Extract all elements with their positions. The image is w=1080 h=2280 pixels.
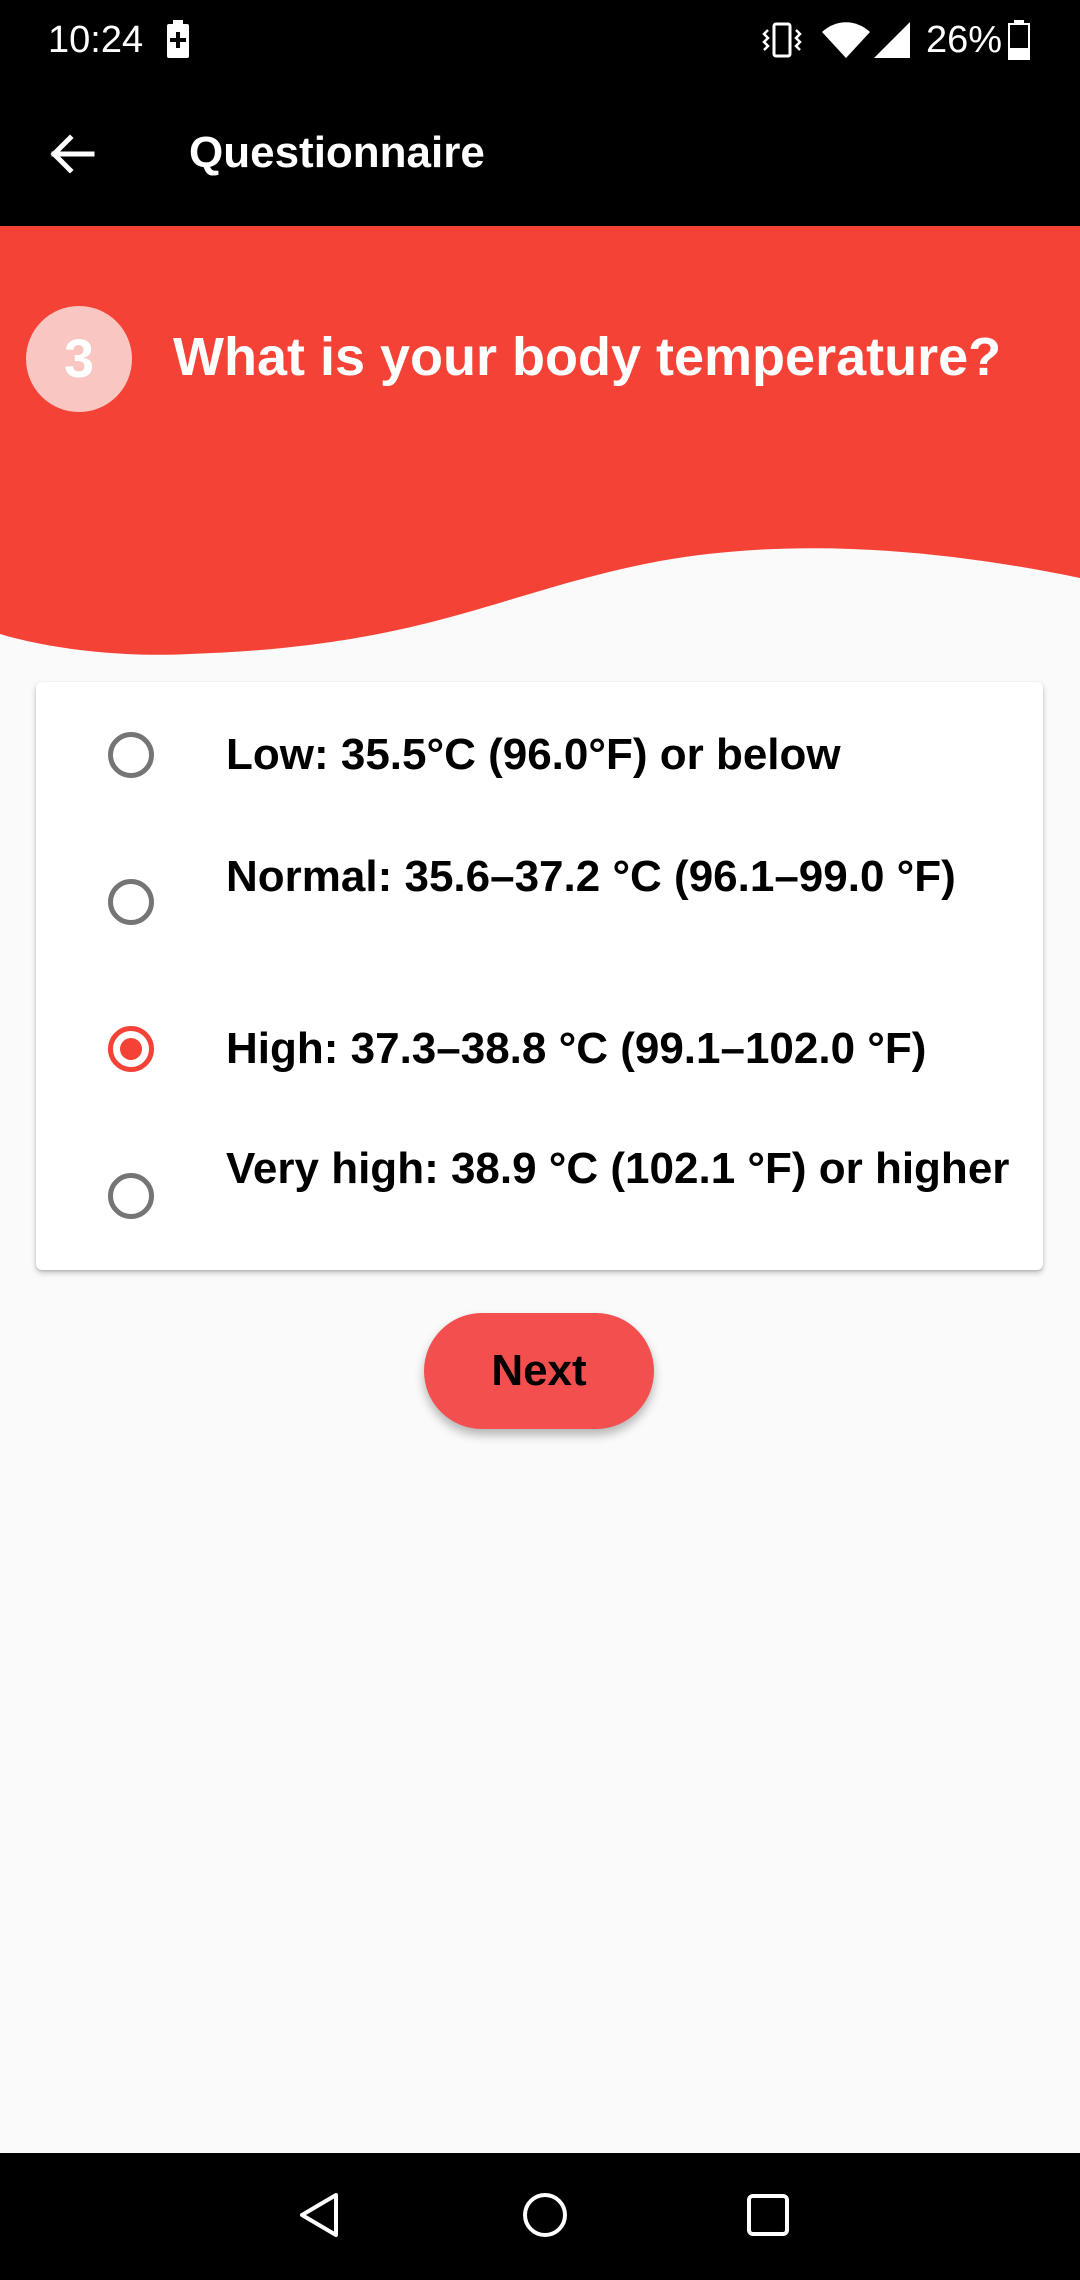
nav-recents-icon[interactable]	[740, 2187, 796, 2248]
option-label: Very high: 38.9 °C (102.1 °F) or higher	[226, 1144, 1010, 1193]
page-title: Questionnaire	[189, 128, 485, 177]
nav-home-icon[interactable]	[517, 2187, 573, 2248]
arrow-left-icon	[50, 134, 95, 174]
signal-icon	[874, 22, 910, 63]
battery-icon	[1008, 20, 1030, 65]
options-card: Low: 35.5°C (96.0°F) or below Normal: 35…	[36, 682, 1043, 1270]
option-high[interactable]: High: 37.3–38.8 °C (99.1–102.0 °F)	[36, 976, 1043, 1122]
question-header: 3 What is your body temperature?	[0, 226, 1080, 656]
nav-back-icon[interactable]	[292, 2187, 348, 2248]
radio-button[interactable]	[108, 1173, 154, 1219]
radio-button-selected[interactable]	[108, 1026, 154, 1072]
wifi-icon	[822, 22, 870, 63]
status-time: 10:24	[48, 19, 144, 61]
app-bar: Questionnaire	[0, 80, 1080, 226]
question-title: What is your body temperature?	[173, 327, 1002, 387]
radio-button[interactable]	[108, 732, 154, 778]
status-bar: 10:24 26%	[0, 0, 1080, 80]
next-button[interactable]: Next	[424, 1313, 654, 1429]
option-label: Low: 35.5°C (96.0°F) or below	[226, 730, 841, 779]
vibrate-icon	[762, 22, 802, 63]
header-wave	[0, 226, 1080, 655]
radio-button[interactable]	[108, 879, 154, 925]
screen: 10:24 26% Questionnaire 3 What is your b…	[0, 0, 1080, 2280]
step-number-badge: 3	[26, 306, 132, 412]
option-very-high[interactable]: Very high: 38.9 °C (102.1 °F) or higher	[36, 1122, 1043, 1270]
charging-icon	[167, 20, 189, 63]
option-low[interactable]: Low: 35.5°C (96.0°F) or below	[36, 682, 1043, 830]
option-label: High: 37.3–38.8 °C (99.1–102.0 °F)	[226, 1024, 927, 1073]
back-button[interactable]	[36, 118, 108, 190]
battery-percent: 26%	[926, 19, 1003, 61]
option-label: Normal: 35.6–37.2 °C (96.1–99.0 °F)	[226, 852, 956, 901]
option-normal[interactable]: Normal: 35.6–37.2 °C (96.1–99.0 °F)	[36, 830, 1043, 976]
status-icons: 26%	[762, 18, 1042, 62]
navigation-bar	[0, 2153, 1080, 2280]
